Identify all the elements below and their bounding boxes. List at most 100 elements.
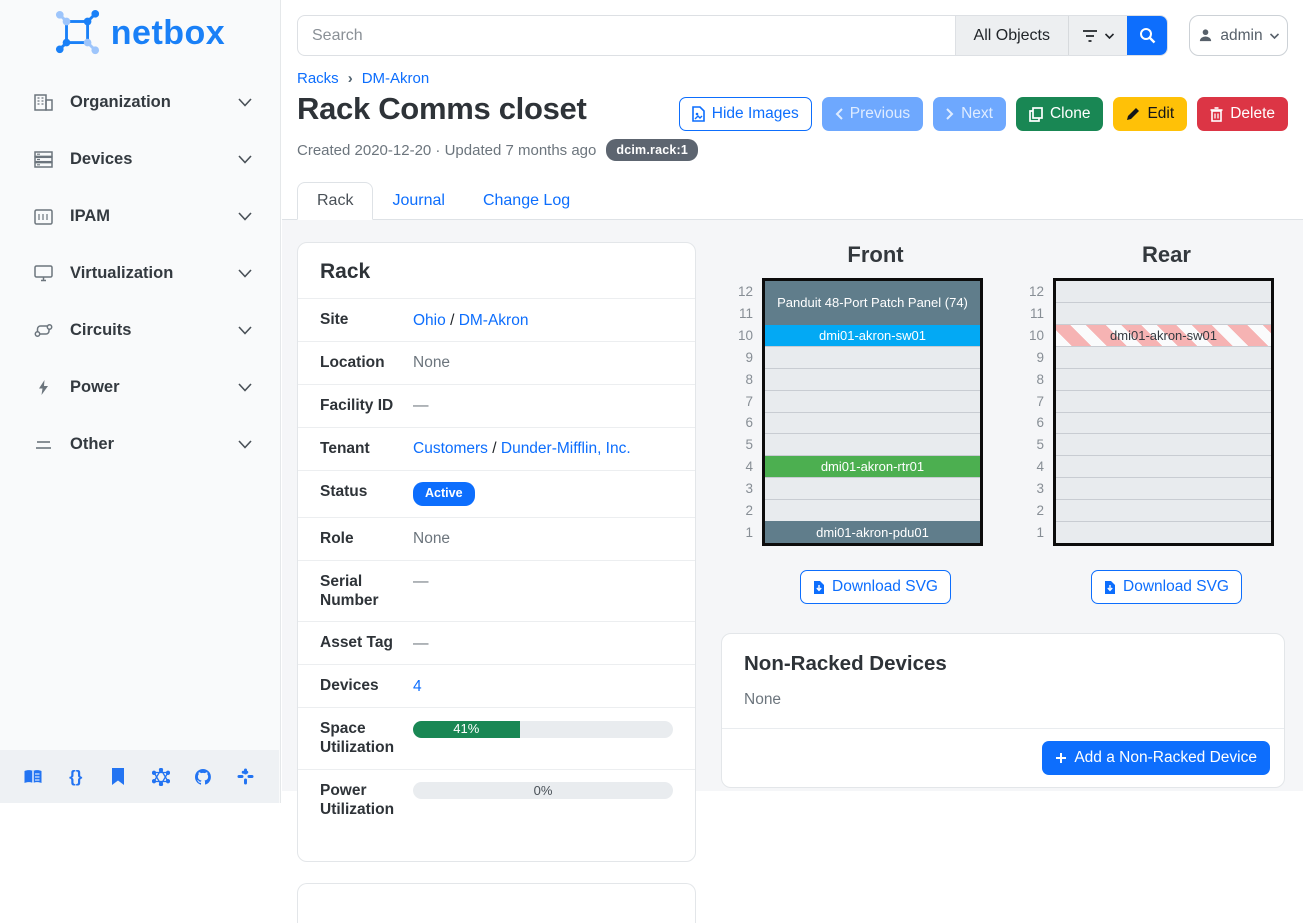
global-search: All Objects (297, 15, 1168, 56)
unit-number: 12 (1025, 281, 1053, 303)
devices-count-link[interactable]: 4 (413, 678, 422, 695)
empty-rack-slot[interactable] (1056, 368, 1271, 390)
empty-rack-slot[interactable] (1056, 477, 1271, 499)
unit-number: 2 (1025, 499, 1053, 521)
search-scope-button[interactable]: All Objects (955, 16, 1068, 55)
front-download-svg-button[interactable]: Download SVG (800, 570, 951, 604)
tenant-link[interactable]: Dunder-Mifflin, Inc. (501, 440, 631, 457)
empty-rack-slot[interactable] (1056, 412, 1271, 434)
tab-change-log[interactable]: Change Log (464, 183, 589, 219)
empty-rack-slot[interactable] (765, 433, 980, 455)
sidebar-item-other[interactable]: Other (0, 416, 280, 473)
netbox-logo[interactable]: netbox (0, 0, 280, 62)
code-braces-icon[interactable]: {} (65, 766, 87, 788)
slack-icon[interactable] (235, 766, 257, 788)
empty-rack-slot[interactable] (765, 390, 980, 412)
circuit-path-icon (32, 323, 54, 338)
rack-device[interactable]: dmi01-akron-rtr01 (765, 456, 980, 478)
person-icon (1198, 28, 1213, 43)
rack-device[interactable]: dmi01-akron-sw01 (765, 325, 980, 347)
add-non-racked-device-button[interactable]: Add a Non-Racked Device (1042, 741, 1270, 775)
tab-rack[interactable]: Rack (297, 182, 373, 220)
user-menu-button[interactable]: admin (1189, 15, 1288, 56)
graphql-icon[interactable] (150, 766, 172, 788)
sidebar-item-devices[interactable]: Devices (0, 131, 280, 188)
breadcrumb-site-link[interactable]: DM-Akron (362, 70, 430, 87)
row-location: Location None (298, 341, 695, 384)
empty-rack-slot[interactable] (765, 412, 980, 434)
empty-rack-slot[interactable] (1056, 521, 1271, 543)
elevations-column: Front 121110987654321 Panduit 48-Port Pa… (721, 242, 1285, 791)
row-role: Role None (298, 517, 695, 560)
front-elevation-title: Front (765, 242, 986, 268)
empty-rack-slot[interactable] (1056, 433, 1271, 455)
page-title: Rack Comms closet (297, 91, 587, 127)
unit-number: 3 (1025, 477, 1053, 499)
tenant-group-link[interactable]: Customers (413, 440, 488, 457)
front-rack-diagram: Panduit 48-Port Patch Panel (74)dmi01-ak… (762, 278, 983, 546)
empty-rack-slot[interactable] (1056, 346, 1271, 368)
rack-device[interactable]: Panduit 48-Port Patch Panel (74) (765, 281, 980, 325)
tab-bar: Rack Journal Change Log (282, 182, 1303, 220)
unit-number: 9 (734, 346, 762, 368)
delete-button[interactable]: Delete (1197, 97, 1288, 131)
non-racked-devices-card: Non-Racked Devices None Add a Non-Racked… (721, 633, 1285, 788)
chevron-left-icon (835, 108, 843, 120)
row-space-utilization: Space Utilization 41% (298, 707, 695, 769)
unit-number: 6 (734, 412, 762, 434)
clone-button[interactable]: Clone (1016, 97, 1104, 131)
object-meta: Created 2020-12-20 · Updated 7 months ag… (282, 131, 1303, 161)
sidebar-item-power[interactable]: Power (0, 359, 280, 416)
user-name: admin (1220, 27, 1262, 45)
bookmark-icon[interactable] (107, 766, 129, 788)
sidebar-item-virtualization[interactable]: Virtualization (0, 245, 280, 302)
chevron-right-icon: › (348, 70, 353, 87)
rack-device[interactable]: dmi01-akron-sw01 (1056, 325, 1271, 347)
server-stack-icon (32, 151, 54, 168)
unit-number: 12 (734, 281, 762, 303)
next-card-edge (297, 883, 696, 923)
empty-rack-slot[interactable] (1056, 302, 1271, 324)
trash-icon (1210, 107, 1223, 122)
next-button[interactable]: Next (933, 97, 1006, 131)
object-id-badge: dcim.rack:1 (606, 139, 698, 161)
empty-rack-slot[interactable] (765, 499, 980, 521)
header-actions: Hide Images Previous Next Clone (679, 97, 1288, 131)
empty-rack-slot[interactable] (765, 346, 980, 368)
site-region-link[interactable]: Ohio (413, 312, 446, 329)
empty-rack-slot[interactable] (765, 368, 980, 390)
empty-rack-slot[interactable] (1056, 281, 1271, 302)
sidebar-item-circuits[interactable]: Circuits (0, 302, 280, 359)
empty-rack-slot[interactable] (1056, 455, 1271, 477)
sidebar-item-ipam[interactable]: IPAM (0, 188, 280, 245)
caret-down-icon (1105, 33, 1114, 39)
search-input[interactable] (298, 16, 955, 55)
rack-device[interactable]: dmi01-akron-pdu01 (765, 521, 980, 543)
chevron-down-icon (238, 326, 252, 335)
site-link[interactable]: DM-Akron (459, 312, 529, 329)
row-site: Site Ohio / DM-Akron (298, 298, 695, 341)
space-utilization-fill: 41% (413, 721, 520, 738)
sidebar-item-organization[interactable]: Organization (0, 74, 280, 131)
empty-rack-slot[interactable] (1056, 499, 1271, 521)
edit-button[interactable]: Edit (1113, 97, 1187, 131)
breadcrumb-racks-link[interactable]: Racks (297, 70, 339, 87)
empty-rack-slot[interactable] (1056, 390, 1271, 412)
hide-images-button[interactable]: Hide Images (679, 97, 812, 131)
copy-icon (1029, 107, 1043, 122)
search-submit-button[interactable] (1127, 16, 1167, 55)
breadcrumb: Racks › DM-Akron (282, 56, 1303, 87)
rack-details-card: Rack Site Ohio / DM-Akron Location None … (297, 242, 696, 862)
filter-icon (1082, 29, 1098, 43)
rear-download-svg-button[interactable]: Download SVG (1091, 570, 1242, 604)
docs-book-icon[interactable] (22, 766, 44, 788)
pencil-icon (1126, 107, 1140, 121)
empty-rack-slot[interactable] (765, 477, 980, 499)
unit-number: 10 (1025, 325, 1053, 347)
row-status: Status Active (298, 470, 695, 517)
previous-button[interactable]: Previous (822, 97, 923, 131)
search-filter-button[interactable] (1068, 16, 1127, 55)
github-icon[interactable] (192, 766, 214, 788)
unit-number: 1 (1025, 521, 1053, 543)
tab-journal[interactable]: Journal (373, 183, 463, 219)
